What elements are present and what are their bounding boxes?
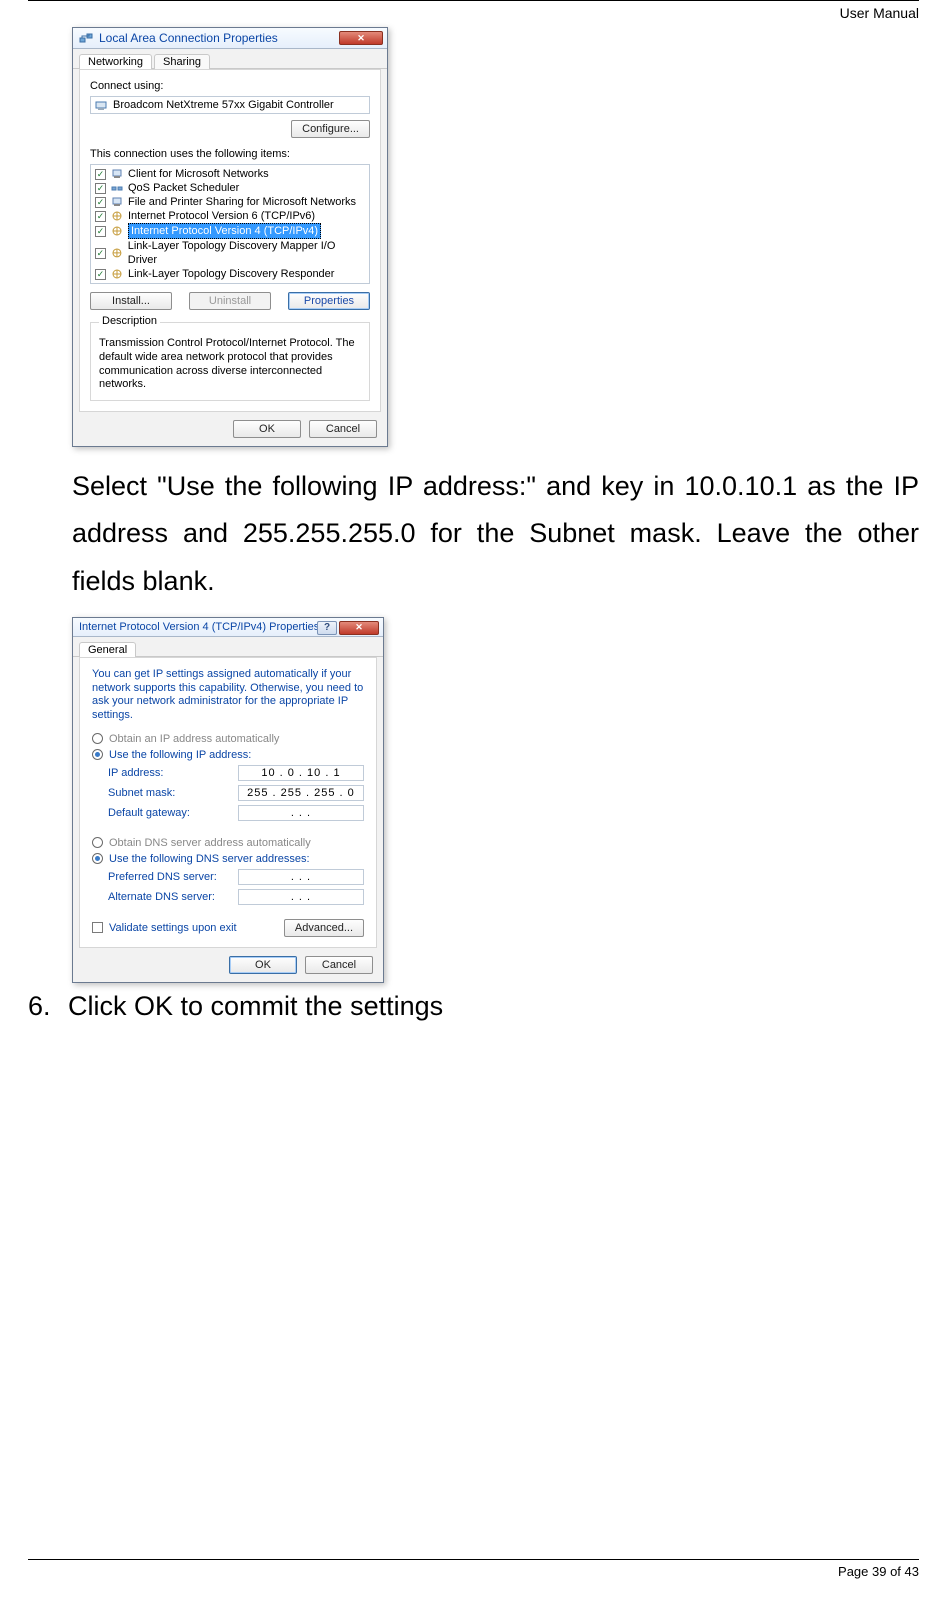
default-gateway-label: Default gateway: — [108, 807, 238, 819]
radio-auto-ip[interactable]: Obtain an IP address automatically — [92, 733, 364, 745]
preferred-dns-field[interactable]: . . . — [238, 869, 364, 885]
item-label: QoS Packet Scheduler — [128, 181, 239, 195]
dialog2-titlebar[interactable]: Internet Protocol Version 4 (TCP/IPv4) P… — [73, 618, 383, 637]
validate-checkbox[interactable]: Validate settings upon exit — [92, 922, 237, 934]
ipv4-properties-dialog: Internet Protocol Version 4 (TCP/IPv4) P… — [72, 617, 384, 983]
item-label: Client for Microsoft Networks — [128, 167, 269, 181]
dialog1-titlebar[interactable]: Local Area Connection Properties ✕ — [73, 28, 387, 49]
radio-auto-dns: Obtain DNS server address automatically — [92, 837, 364, 849]
lltd-mapper-icon — [111, 247, 123, 259]
alternate-dns-field[interactable]: . . . — [238, 889, 364, 905]
ok-button[interactable]: OK — [229, 956, 297, 974]
checkbox-icon[interactable] — [92, 922, 103, 933]
advanced-button[interactable]: Advanced... — [284, 919, 364, 937]
checkbox-icon[interactable]: ✓ — [95, 183, 106, 194]
list-item[interactable]: ✓ Link-Layer Topology Discovery Mapper I/… — [91, 239, 369, 267]
step-number: 6. — [28, 991, 68, 1022]
local-area-connection-dialog: Local Area Connection Properties ✕ Netwo… — [72, 27, 388, 447]
tab-sharing[interactable]: Sharing — [154, 54, 210, 69]
dialog2-title: Internet Protocol Version 4 (TCP/IPv4) P… — [79, 621, 319, 633]
checkbox-icon[interactable]: ✓ — [95, 248, 106, 259]
install-button[interactable]: Install... — [90, 292, 172, 310]
step-text: Click OK to commit the settings — [68, 991, 919, 1022]
default-gateway-field[interactable]: . . . — [238, 805, 364, 821]
items-label: This connection uses the following items… — [90, 148, 370, 160]
ipv4-icon — [111, 225, 123, 237]
page-number: Page 39 of 43 — [838, 1564, 919, 1579]
subnet-mask-field[interactable]: 255 . 255 . 255 . 0 — [238, 785, 364, 801]
alternate-dns-label: Alternate DNS server: — [108, 891, 238, 903]
ip-address-field[interactable]: 10 . 0 . 10 . 1 — [238, 765, 364, 781]
uninstall-button: Uninstall — [189, 292, 271, 310]
close-icon[interactable]: ✕ — [339, 31, 383, 45]
configure-button[interactable]: Configure... — [291, 120, 370, 138]
cancel-button[interactable]: Cancel — [305, 956, 373, 974]
preferred-dns-label: Preferred DNS server: — [108, 871, 238, 883]
checkbox-icon[interactable]: ✓ — [95, 269, 106, 280]
header-title: User Manual — [840, 5, 919, 21]
ipv6-icon — [111, 210, 123, 222]
connect-using-label: Connect using: — [90, 80, 370, 92]
checkbox-icon[interactable]: ✓ — [95, 211, 106, 222]
cancel-button[interactable]: Cancel — [309, 420, 377, 438]
radio-manual-ip[interactable]: Use the following IP address: — [92, 749, 364, 761]
list-item[interactable]: ✓ Client for Microsoft Networks — [91, 167, 369, 181]
ok-button[interactable]: OK — [233, 420, 301, 438]
item-label: Link-Layer Topology Discovery Mapper I/O… — [128, 239, 365, 267]
list-item[interactable]: ✓ Link-Layer Topology Discovery Responder — [91, 267, 369, 281]
checkbox-icon[interactable]: ✓ — [95, 226, 106, 237]
radio-auto-ip-label: Obtain an IP address automatically — [109, 733, 279, 745]
adapter-field[interactable]: Broadcom NetXtreme 57xx Gigabit Controll… — [90, 96, 370, 114]
subnet-mask-label: Subnet mask: — [108, 787, 238, 799]
validate-label: Validate settings upon exit — [109, 922, 237, 934]
properties-button[interactable]: Properties — [288, 292, 370, 310]
footer: Page 39 of 43 — [28, 1559, 919, 1579]
radio-auto-dns-label: Obtain DNS server address automatically — [109, 837, 311, 849]
item-label: Link-Layer Topology Discovery Responder — [128, 267, 334, 281]
radio-manual-dns[interactable]: Use the following DNS server addresses: — [92, 853, 364, 865]
tab-networking[interactable]: Networking — [79, 54, 152, 69]
dialog1-tabs: Networking Sharing — [73, 49, 387, 69]
nic-icon — [95, 99, 107, 111]
header: User Manual — [28, 0, 919, 21]
description-heading: Description — [99, 315, 160, 327]
qos-icon — [111, 182, 123, 194]
tab-general[interactable]: General — [79, 642, 136, 657]
list-item[interactable]: ✓ Internet Protocol Version 6 (TCP/IPv6) — [91, 209, 369, 223]
connection-items-list[interactable]: ✓ Client for Microsoft Networks ✓ QoS Pack… — [90, 164, 370, 284]
dialog1-title: Local Area Connection Properties — [99, 31, 278, 45]
list-item[interactable]: ✓ QoS Packet Scheduler — [91, 181, 369, 195]
checkbox-icon[interactable]: ✓ — [95, 197, 106, 208]
network-icon — [79, 31, 93, 45]
radio-manual-dns-label: Use the following DNS server addresses: — [109, 853, 310, 865]
lltd-responder-icon — [111, 268, 123, 280]
checkbox-icon[interactable]: ✓ — [95, 169, 106, 180]
ipv4-intro: You can get IP settings assigned automat… — [92, 668, 364, 723]
instruction-text: Select "Use the following IP address:" a… — [72, 463, 919, 605]
ip-address-label: IP address: — [108, 767, 238, 779]
radio-manual-ip-label: Use the following IP address: — [109, 749, 251, 761]
list-item[interactable]: ✓ File and Printer Sharing for Microsoft … — [91, 195, 369, 209]
client-icon — [111, 168, 123, 180]
description-text: Transmission Control Protocol/Internet P… — [99, 337, 361, 392]
item-label: Internet Protocol Version 4 (TCP/IPv4) — [128, 223, 321, 239]
step-6: 6. Click OK to commit the settings — [72, 991, 919, 1022]
close-icon[interactable]: ✕ — [339, 621, 379, 635]
adapter-name: Broadcom NetXtreme 57xx Gigabit Controll… — [113, 99, 334, 111]
file-print-icon — [111, 196, 123, 208]
help-icon[interactable]: ? — [317, 621, 337, 635]
item-label: Internet Protocol Version 6 (TCP/IPv6) — [128, 209, 315, 223]
item-label: File and Printer Sharing for Microsoft N… — [128, 195, 356, 209]
list-item-selected[interactable]: ✓ Internet Protocol Version 4 (TCP/IPv4) — [91, 223, 369, 239]
